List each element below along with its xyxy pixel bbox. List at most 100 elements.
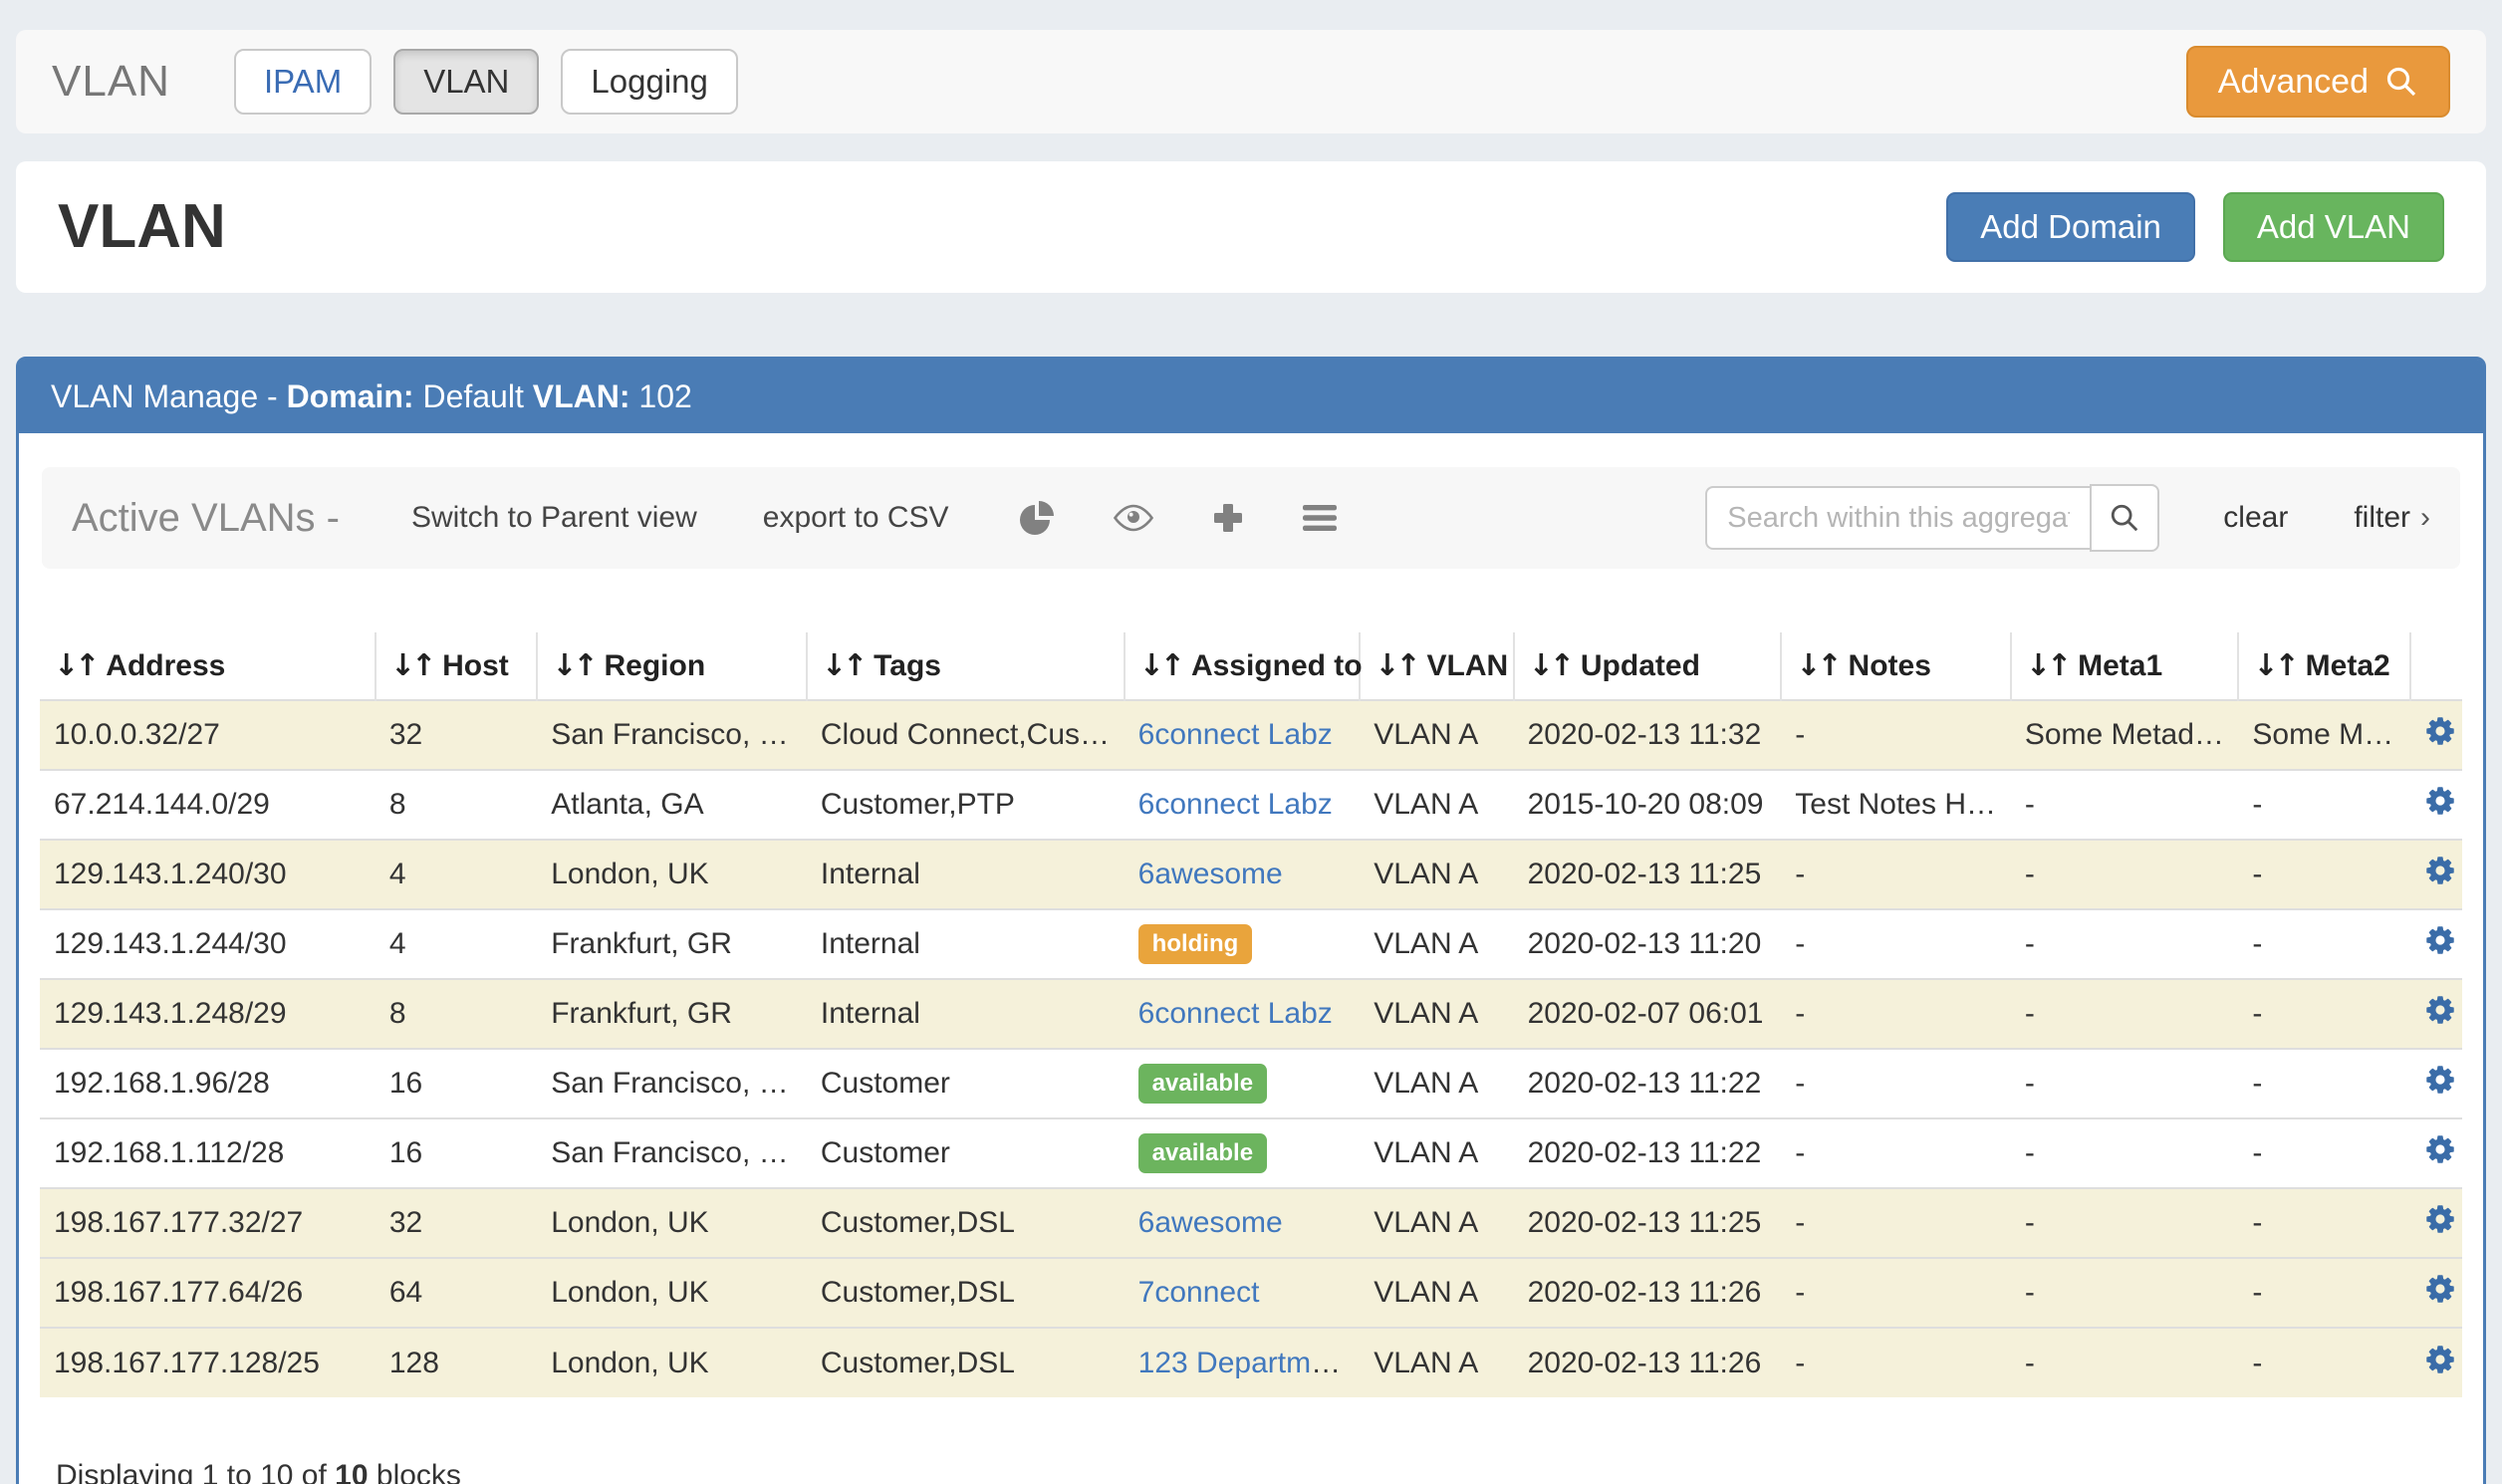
heading-domain-label: Domain: (287, 378, 414, 414)
column-header-vlan[interactable]: ↓↑VLAN (1360, 632, 1513, 700)
cell-meta1: - (2011, 1328, 2239, 1397)
cell-address: 192.168.1.112/28 (40, 1118, 375, 1188)
cell-host: 4 (375, 909, 537, 979)
cell-notes: - (1781, 979, 2011, 1049)
search-input[interactable] (1705, 486, 2090, 550)
gear-icon[interactable] (2424, 855, 2456, 886)
cell-meta1: Some Metadata 1 (2011, 700, 2239, 770)
gear-icon[interactable] (2424, 1344, 2456, 1375)
column-header-updated[interactable]: ↓↑Updated (1514, 632, 1782, 700)
heading-prefix: VLAN Manage - (51, 378, 278, 414)
cell-meta1: - (2011, 840, 2239, 909)
table-row: 67.214.144.0/298Atlanta, GACustomer,PTP6… (40, 770, 2462, 840)
search-icon (2384, 65, 2418, 99)
gear-icon[interactable] (2424, 1203, 2456, 1235)
column-header-meta2[interactable]: ↓↑Meta2 (2238, 632, 2409, 700)
assigned-link[interactable]: 7connect (1138, 1276, 1260, 1309)
assigned-link[interactable]: 123 Department… (1138, 1347, 1361, 1379)
sort-icon: ↓↑ (390, 648, 432, 683)
sort-icon: ↓↑ (1796, 648, 1838, 683)
cell-actions (2410, 909, 2462, 979)
footer-total: 10 (335, 1459, 368, 1484)
table-row: 198.167.177.128/25128London, UKCustomer,… (40, 1328, 2462, 1397)
gear-icon[interactable] (2424, 1273, 2456, 1305)
cell-notes: - (1781, 1118, 2011, 1188)
column-header-region[interactable]: ↓↑Region (537, 632, 807, 700)
advanced-search-label: Advanced (2218, 63, 2369, 102)
gear-icon[interactable] (2424, 1133, 2456, 1165)
heading-vlan-label: VLAN: (533, 378, 630, 414)
cell-notes: - (1781, 1188, 2011, 1258)
cell-tags: Customer (807, 1118, 1125, 1188)
tab-ipam[interactable]: IPAM (234, 49, 372, 115)
footer-suffix: blocks (369, 1459, 461, 1484)
cell-meta1: - (2011, 1258, 2239, 1328)
column-header-assigned-to[interactable]: ↓↑Assigned to (1125, 632, 1361, 700)
assigned-link[interactable]: 6connect Labz (1138, 718, 1333, 751)
column-header-host[interactable]: ↓↑Host (375, 632, 537, 700)
search-icon (2109, 502, 2140, 534)
add-vlan-button[interactable]: Add VLAN (2223, 192, 2444, 262)
cell-region: London, UK (537, 1188, 807, 1258)
cell-host: 64 (375, 1258, 537, 1328)
gear-icon[interactable] (2424, 715, 2456, 747)
gear-icon[interactable] (2424, 785, 2456, 817)
search-button[interactable] (2090, 484, 2159, 552)
switch-parent-view-link[interactable]: Switch to Parent view (411, 501, 697, 535)
cell-notes: Test Notes Here (1781, 770, 2011, 840)
assigned-link[interactable]: 6connect Labz (1138, 997, 1333, 1030)
cell-region: Frankfurt, GR (537, 979, 807, 1049)
gear-icon[interactable] (2424, 994, 2456, 1026)
filter-link[interactable]: filter› (2354, 501, 2430, 535)
cell-vlan: VLAN A (1360, 1049, 1513, 1118)
cell-tags: Customer,PTP (807, 770, 1125, 840)
tab-logging[interactable]: Logging (561, 49, 737, 115)
advanced-search-button[interactable]: Advanced (2186, 46, 2450, 118)
nav-tabs: IPAM VLAN Logging (234, 49, 738, 115)
column-header-address[interactable]: ↓↑Address (40, 632, 375, 700)
export-csv-link[interactable]: export to CSV (763, 501, 949, 535)
add-domain-button[interactable]: Add Domain (1946, 192, 2195, 262)
cell-actions (2410, 840, 2462, 909)
cell-assigned-to: holding (1125, 909, 1361, 979)
app-brand: VLAN (52, 57, 170, 107)
list-view-icon[interactable] (1302, 503, 1338, 533)
plus-icon[interactable] (1212, 502, 1244, 534)
cell-assigned-to: available (1125, 1118, 1361, 1188)
table-row: 198.167.177.32/2732London, UKCustomer,DS… (40, 1188, 2462, 1258)
cell-assigned-to: 123 Department… (1125, 1328, 1361, 1397)
table-row: 10.0.0.32/2732San Francisco, CACloud Con… (40, 700, 2462, 770)
tab-vlan[interactable]: VLAN (393, 49, 539, 115)
cell-meta2: - (2238, 840, 2409, 909)
cell-address: 198.167.177.32/27 (40, 1188, 375, 1258)
cell-assigned-to: 6awesome (1125, 1188, 1361, 1258)
cell-updated: 2020-02-13 11:25 (1514, 840, 1782, 909)
cell-meta1: - (2011, 979, 2239, 1049)
sort-icon: ↓↑ (822, 648, 864, 683)
assigned-link[interactable]: 6connect Labz (1138, 788, 1333, 821)
eye-icon[interactable] (1113, 504, 1154, 532)
clear-link[interactable]: clear (2223, 501, 2288, 535)
column-header-tags[interactable]: ↓↑Tags (807, 632, 1125, 700)
panel-body: Active VLANs - Switch to Parent view exp… (19, 433, 2483, 1484)
column-header-meta1[interactable]: ↓↑Meta1 (2011, 632, 2239, 700)
cell-region: Frankfurt, GR (537, 909, 807, 979)
cell-meta2: Some Met… (2238, 700, 2409, 770)
column-header-notes[interactable]: ↓↑Notes (1781, 632, 2011, 700)
gear-icon[interactable] (2424, 924, 2456, 956)
active-vlans-title: Active VLANs - (72, 496, 340, 541)
cell-region: London, UK (537, 1258, 807, 1328)
cell-actions (2410, 1049, 2462, 1118)
pie-chart-icon[interactable] (1019, 500, 1055, 536)
cell-host: 8 (375, 979, 537, 1049)
cell-notes: - (1781, 1049, 2011, 1118)
gear-icon[interactable] (2424, 1064, 2456, 1096)
cell-notes: - (1781, 1328, 2011, 1397)
cell-region: London, UK (537, 840, 807, 909)
table-row: 129.143.1.244/304Frankfurt, GRInternalho… (40, 909, 2462, 979)
assigned-link[interactable]: 6awesome (1138, 1206, 1283, 1239)
cell-region: San Francisco, CA (537, 1049, 807, 1118)
cell-assigned-to: 7connect (1125, 1258, 1361, 1328)
cell-meta1: - (2011, 770, 2239, 840)
assigned-link[interactable]: 6awesome (1138, 858, 1283, 890)
